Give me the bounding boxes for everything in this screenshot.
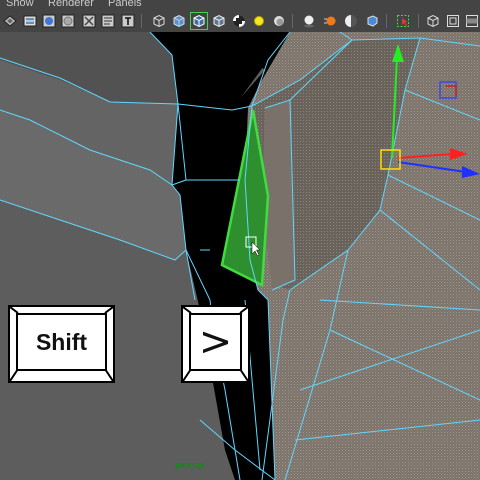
shadows-icon[interactable] <box>270 12 288 30</box>
viewport-scene[interactable] <box>0 32 480 480</box>
motion-blur-icon[interactable] <box>321 12 339 30</box>
depth-of-field-icon[interactable] <box>342 12 360 30</box>
text-icon[interactable] <box>99 12 117 30</box>
toolbar-divider <box>386 14 387 28</box>
toolbar-divider <box>141 14 142 28</box>
panel-menu-bar: Show Renderer Panels <box>0 0 480 10</box>
wireframe-cube-icon[interactable] <box>150 12 168 30</box>
isolate-select-icon[interactable] <box>363 12 381 30</box>
wireframe-on-shaded-icon[interactable] <box>190 12 208 30</box>
panel-toolbar <box>0 10 480 33</box>
text-icon-button[interactable] <box>119 12 137 30</box>
camera-name-label: persp <box>175 461 204 471</box>
gate-mask-icon[interactable] <box>444 12 462 30</box>
xray-active-component-icon[interactable] <box>394 12 412 30</box>
toolbar-divider <box>292 14 293 28</box>
menu-show[interactable]: Show <box>6 0 34 10</box>
xray-icon[interactable] <box>210 12 228 30</box>
toolbar-divider <box>418 14 419 28</box>
greater-than-key-label: > <box>189 313 242 371</box>
3d-viewport[interactable] <box>0 32 480 480</box>
menu-panels[interactable]: Panels <box>108 0 142 10</box>
smooth-shade-cube-icon[interactable] <box>170 12 188 30</box>
resolution-gate-icon[interactable] <box>424 12 442 30</box>
maya-viewport-panel: Show Renderer Panels Shift > persp <box>0 0 480 480</box>
select-camera-icon[interactable] <box>1 12 19 30</box>
textured-checker-icon[interactable] <box>230 12 248 30</box>
screen-space-ao-icon[interactable] <box>300 12 318 30</box>
bookmark-icon[interactable] <box>80 12 98 30</box>
image-plane-icon[interactable] <box>40 12 58 30</box>
film-gate-icon[interactable] <box>463 12 480 30</box>
shift-key-overlay: Shift <box>8 305 115 383</box>
grease-pencil-icon[interactable] <box>59 12 77 30</box>
shift-key-label: Shift <box>16 313 107 371</box>
menu-renderer[interactable]: Renderer <box>48 0 94 10</box>
greater-than-key-overlay: > <box>181 305 250 383</box>
use-all-lights-icon[interactable] <box>250 12 268 30</box>
camera-attributes-icon[interactable] <box>21 12 39 30</box>
